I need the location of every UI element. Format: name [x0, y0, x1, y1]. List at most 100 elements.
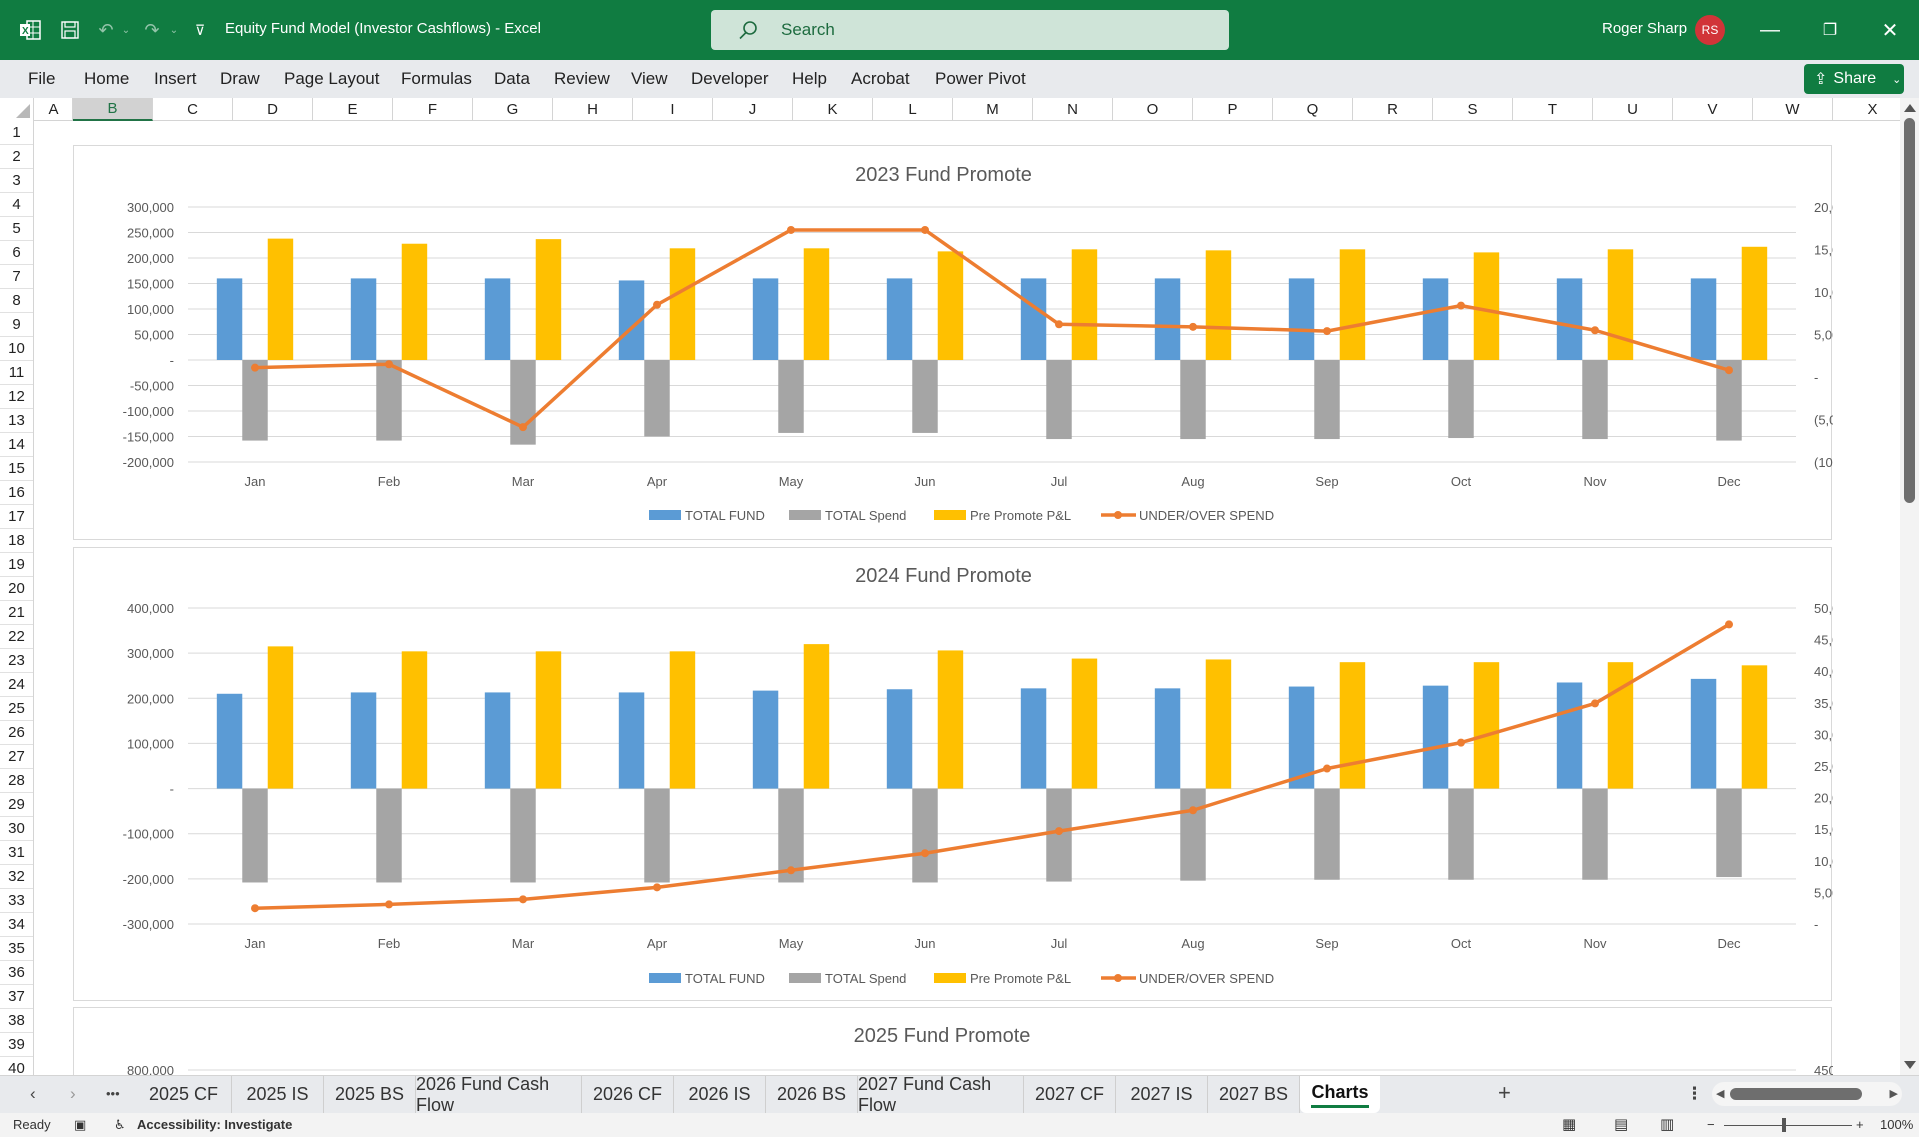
save-icon[interactable] [58, 18, 82, 42]
page-break-preview-icon[interactable]: ▥ [1660, 1115, 1674, 1133]
zoom-slider[interactable] [1724, 1125, 1852, 1126]
column-header-h[interactable]: H [553, 98, 633, 121]
scroll-left-icon[interactable]: ◀ [1716, 1087, 1724, 1100]
tab-view[interactable]: View [631, 69, 668, 89]
row-header-22[interactable]: 22 [0, 625, 33, 649]
row-header-14[interactable]: 14 [0, 433, 33, 457]
column-header-a[interactable]: A [35, 98, 73, 121]
tab-formulas[interactable]: Formulas [401, 69, 472, 89]
sheet-tab-2025-bs[interactable]: 2025 BS [324, 1076, 416, 1113]
sheet-tab-2027-is[interactable]: 2027 IS [1116, 1076, 1208, 1113]
column-header-o[interactable]: O [1113, 98, 1193, 121]
sheet-tab-2025-is[interactable]: 2025 IS [232, 1076, 324, 1113]
tab-developer[interactable]: Developer [691, 69, 769, 89]
scroll-down-icon[interactable] [1904, 1061, 1916, 1069]
tab-draw[interactable]: Draw [220, 69, 260, 89]
minimize-icon[interactable]: — [1750, 14, 1790, 46]
column-header-c[interactable]: C [153, 98, 233, 121]
row-header-34[interactable]: 34 [0, 913, 33, 937]
row-header-26[interactable]: 26 [0, 721, 33, 745]
share-button[interactable]: ⇪ Share ⌄ [1804, 64, 1904, 94]
tab-file[interactable]: File [28, 69, 55, 89]
column-header-s[interactable]: S [1433, 98, 1513, 121]
more-sheets-icon[interactable]: ••• [106, 1086, 120, 1101]
row-header-7[interactable]: 7 [0, 265, 33, 289]
row-header-13[interactable]: 13 [0, 409, 33, 433]
column-header-u[interactable]: U [1593, 98, 1673, 121]
search-box[interactable]: Search [711, 10, 1229, 50]
row-header-40[interactable]: 40 [0, 1057, 33, 1075]
accessibility-status[interactable]: Accessibility: Investigate [137, 1117, 292, 1132]
tab-power-pivot[interactable]: Power Pivot [935, 69, 1026, 89]
row-header-3[interactable]: 3 [0, 169, 33, 193]
zoom-out-icon[interactable]: − [1707, 1117, 1715, 1132]
row-header-33[interactable]: 33 [0, 889, 33, 913]
redo-icon[interactable]: ↷ [140, 18, 164, 42]
chevron-down-icon[interactable]: ⌄ [1892, 73, 1901, 86]
column-header-v[interactable]: V [1673, 98, 1753, 121]
row-header-11[interactable]: 11 [0, 361, 33, 385]
sheet-tab-2027-fund-cash-flow[interactable]: 2027 Fund Cash Flow [858, 1074, 1024, 1115]
tab-acrobat[interactable]: Acrobat [851, 69, 910, 89]
row-header-24[interactable]: 24 [0, 673, 33, 697]
column-header-q[interactable]: Q [1273, 98, 1353, 121]
column-header-t[interactable]: T [1513, 98, 1593, 121]
scroll-right-icon[interactable]: ▶ [1890, 1087, 1898, 1100]
row-header-9[interactable]: 9 [0, 313, 33, 337]
sheet-tab-charts[interactable]: Charts [1300, 1076, 1380, 1113]
column-header-n[interactable]: N [1033, 98, 1113, 121]
vertical-scroll-thumb[interactable] [1904, 118, 1915, 503]
row-header-23[interactable]: 23 [0, 649, 33, 673]
sheet-tab-2025-cf[interactable]: 2025 CF [136, 1076, 232, 1113]
column-header-m[interactable]: M [953, 98, 1033, 121]
row-header-39[interactable]: 39 [0, 1033, 33, 1057]
user-name[interactable]: Roger Sharp [1602, 20, 1687, 37]
sheet-tab-2027-cf[interactable]: 2027 CF [1024, 1076, 1116, 1113]
vertical-scrollbar[interactable] [1900, 98, 1919, 1075]
row-header-28[interactable]: 28 [0, 769, 33, 793]
row-header-25[interactable]: 25 [0, 697, 33, 721]
tab-review[interactable]: Review [554, 69, 610, 89]
close-icon[interactable]: ✕ [1870, 14, 1910, 46]
tab-page-layout[interactable]: Page Layout [284, 69, 379, 89]
row-header-8[interactable]: 8 [0, 289, 33, 313]
row-header-18[interactable]: 18 [0, 529, 33, 553]
row-header-16[interactable]: 16 [0, 481, 33, 505]
tab-data[interactable]: Data [494, 69, 530, 89]
row-header-1[interactable]: 1 [0, 121, 33, 145]
column-header-i[interactable]: I [633, 98, 713, 121]
sheet-tab-2026-fund-cash-flow[interactable]: 2026 Fund Cash Flow [416, 1074, 582, 1115]
column-header-r[interactable]: R [1353, 98, 1433, 121]
add-sheet-icon[interactable]: + [1498, 1080, 1511, 1106]
normal-view-icon[interactable]: ▦ [1562, 1115, 1576, 1133]
sheet-tab-2027-bs[interactable]: 2027 BS [1208, 1076, 1300, 1113]
row-header-31[interactable]: 31 [0, 841, 33, 865]
column-header-l[interactable]: L [873, 98, 953, 121]
undo-dropdown-icon[interactable]: ⌄ [114, 18, 138, 42]
column-header-d[interactable]: D [233, 98, 313, 121]
previous-sheet-icon[interactable]: ‹ [30, 1084, 36, 1104]
row-header-5[interactable]: 5 [0, 217, 33, 241]
row-header-29[interactable]: 29 [0, 793, 33, 817]
sheet-tab-2026-cf[interactable]: 2026 CF [582, 1076, 674, 1113]
column-header-k[interactable]: K [793, 98, 873, 121]
row-header-36[interactable]: 36 [0, 961, 33, 985]
column-header-b[interactable]: B [73, 98, 153, 121]
column-header-p[interactable]: P [1193, 98, 1273, 121]
row-header-6[interactable]: 6 [0, 241, 33, 265]
row-header-35[interactable]: 35 [0, 937, 33, 961]
row-header-32[interactable]: 32 [0, 865, 33, 889]
avatar[interactable]: RS [1695, 15, 1725, 45]
column-header-f[interactable]: F [393, 98, 473, 121]
chart-2023-fund-promote[interactable]: 2023 Fund Promote 300,000 250,000 200,000 15… [73, 145, 1862, 540]
row-header-38[interactable]: 38 [0, 1009, 33, 1033]
customize-quick-access-icon[interactable]: ⊽ [188, 18, 212, 42]
row-header-30[interactable]: 30 [0, 817, 33, 841]
column-header-e[interactable]: E [313, 98, 393, 121]
redo-dropdown-icon[interactable]: ⌄ [162, 18, 186, 42]
chart-2025-fund-promote[interactable]: 2025 Fund Promote 800,000 450,000 [73, 1007, 1861, 1075]
select-all-button[interactable] [0, 98, 34, 121]
tab-home[interactable]: Home [84, 69, 129, 89]
horizontal-scrollbar[interactable]: ◀ ▶ [1712, 1082, 1902, 1106]
row-header-20[interactable]: 20 [0, 577, 33, 601]
